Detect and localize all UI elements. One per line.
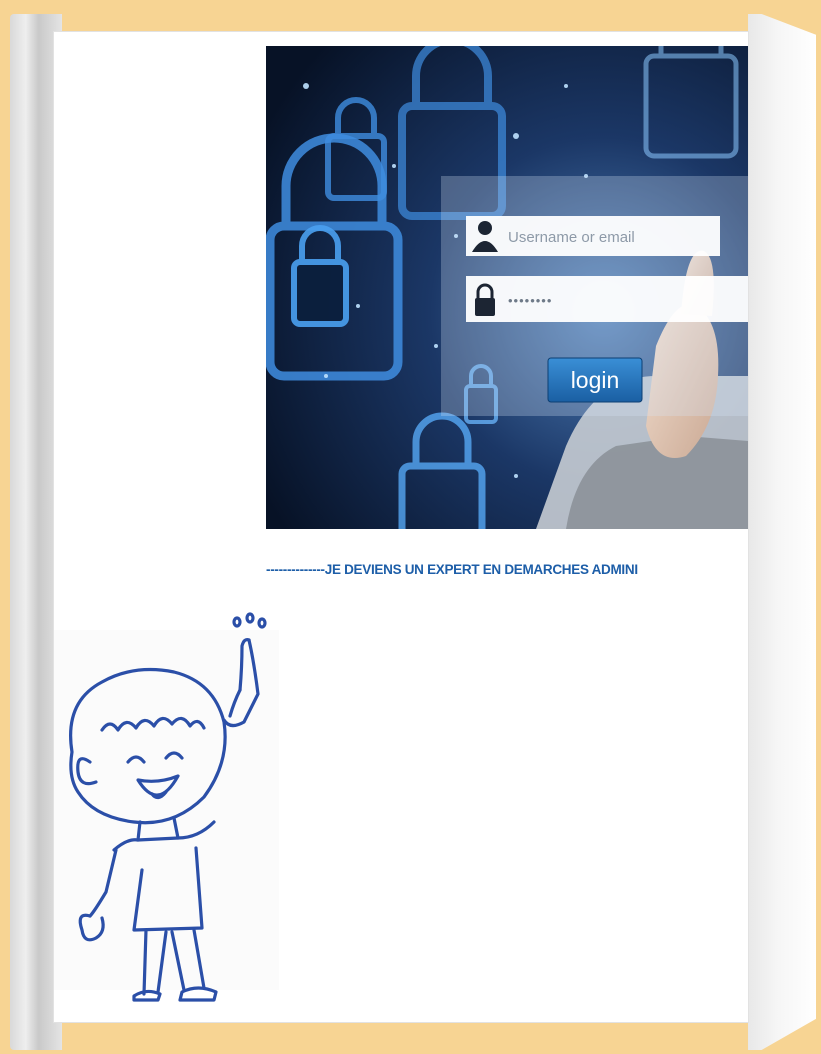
pointing-boy-illustration: [54, 612, 279, 1007]
book-page: Username or email •••••••• login -------…: [54, 32, 748, 1022]
username-field[interactable]: Username or email: [466, 216, 720, 256]
password-field[interactable]: ••••••••: [466, 276, 748, 322]
password-mask: ••••••••: [508, 293, 552, 308]
username-placeholder: Username or email: [508, 229, 635, 246]
login-button[interactable]: login: [547, 357, 643, 403]
page-caption: --------------JE DEVIENS UN EXPERT EN DE…: [266, 562, 638, 577]
login-security-image: Username or email •••••••• login: [266, 46, 748, 529]
login-button-label: login: [571, 367, 620, 393]
book-cover: Username or email •••••••• login -------…: [10, 14, 816, 1050]
book-pages-edge: [748, 14, 816, 1050]
